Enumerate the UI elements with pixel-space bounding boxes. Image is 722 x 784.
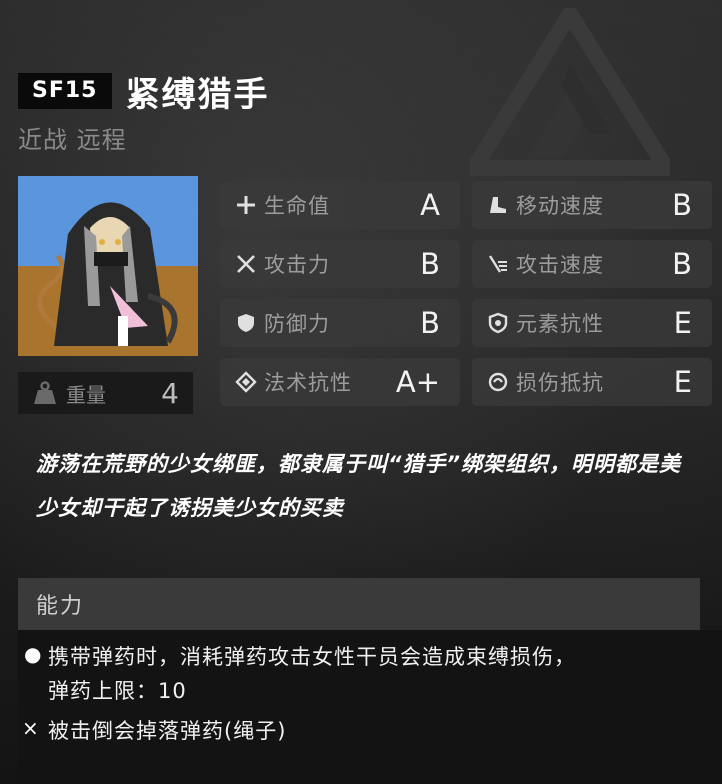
stat-label: 攻击速度 — [516, 253, 604, 277]
stat-label: 防御力 — [264, 312, 330, 336]
ability-bullet-cross: × — [22, 716, 39, 740]
stat-label: 元素抗性 — [516, 312, 604, 336]
ability-list: ● 携带弹药时，消耗弹药攻击女性干员会造成束缚损伤， 弹药上限：10 × 被击倒… — [18, 630, 722, 784]
stat-hp: 生命值 A — [220, 181, 460, 229]
plus-icon — [234, 193, 258, 217]
stat-move-speed: 移动速度 B — [472, 181, 712, 229]
boot-icon — [486, 193, 510, 217]
stat-label: 法术抗性 — [264, 371, 352, 395]
enemy-portrait — [18, 176, 198, 356]
stat-label: 攻击力 — [264, 253, 330, 277]
ability-item-line: 弹药上限：10 — [48, 679, 187, 703]
enemy-header: SF15 紧缚猎手 — [18, 72, 270, 115]
stat-attack: 攻击力 B — [220, 240, 460, 288]
stat-label: 损伤抵抗 — [516, 371, 604, 395]
weight-label: 重量 — [66, 382, 106, 407]
enemy-attack-types: 近战 远程 — [18, 126, 127, 154]
weight-panel: 重量 4 — [18, 372, 193, 414]
crossed-swords-icon — [234, 252, 258, 276]
stat-grade: E — [673, 306, 692, 340]
swift-slash-icon — [486, 252, 510, 276]
swirl-icon — [486, 370, 510, 394]
stat-grade: B — [672, 247, 692, 281]
faction-triangle-logo-icon — [470, 8, 670, 176]
element-shield-icon — [486, 311, 510, 335]
stat-magic-resistance: 法术抗性 A+ — [220, 358, 460, 406]
stat-grade: B — [672, 188, 692, 222]
stat-label: 移动速度 — [516, 194, 604, 218]
enemy-portrait-art — [18, 176, 198, 356]
stat-defense: 防御力 B — [220, 299, 460, 347]
stat-grade: A — [420, 188, 440, 222]
ability-header-label: 能力 — [36, 594, 85, 619]
ability-bullet-dot: ● — [24, 642, 42, 666]
stat-grade: E — [673, 365, 692, 399]
stat-grade: B — [420, 306, 440, 340]
enemy-description: 游荡在荒野的少女绑匪，都隶属于叫“猎手”绑架组织，明明都是美少女却干起了诱拐美少… — [36, 452, 682, 520]
weight-value: 4 — [161, 376, 179, 410]
ability-item-line: 被击倒会掉落弹药(绳子) — [48, 719, 287, 743]
stat-grade: A+ — [395, 365, 440, 399]
stat-grade: B — [420, 247, 440, 281]
diamond-icon — [234, 370, 258, 394]
stat-attack-speed: 攻击速度 B — [472, 240, 712, 288]
enemy-code-badge: SF15 — [18, 73, 112, 109]
stat-elemental-resistance: 元素抗性 E — [472, 299, 712, 347]
ability-section-header: 能力 — [18, 578, 700, 630]
weight-icon — [34, 381, 56, 404]
stat-label: 生命值 — [264, 194, 330, 218]
enemy-name: 紧缚猎手 — [125, 74, 270, 115]
ability-item-line: 携带弹药时，消耗弹药攻击女性干员会造成束缚损伤， — [48, 645, 576, 669]
stat-damage-resistance: 损伤抵抗 E — [472, 358, 712, 406]
shield-icon — [234, 311, 258, 335]
